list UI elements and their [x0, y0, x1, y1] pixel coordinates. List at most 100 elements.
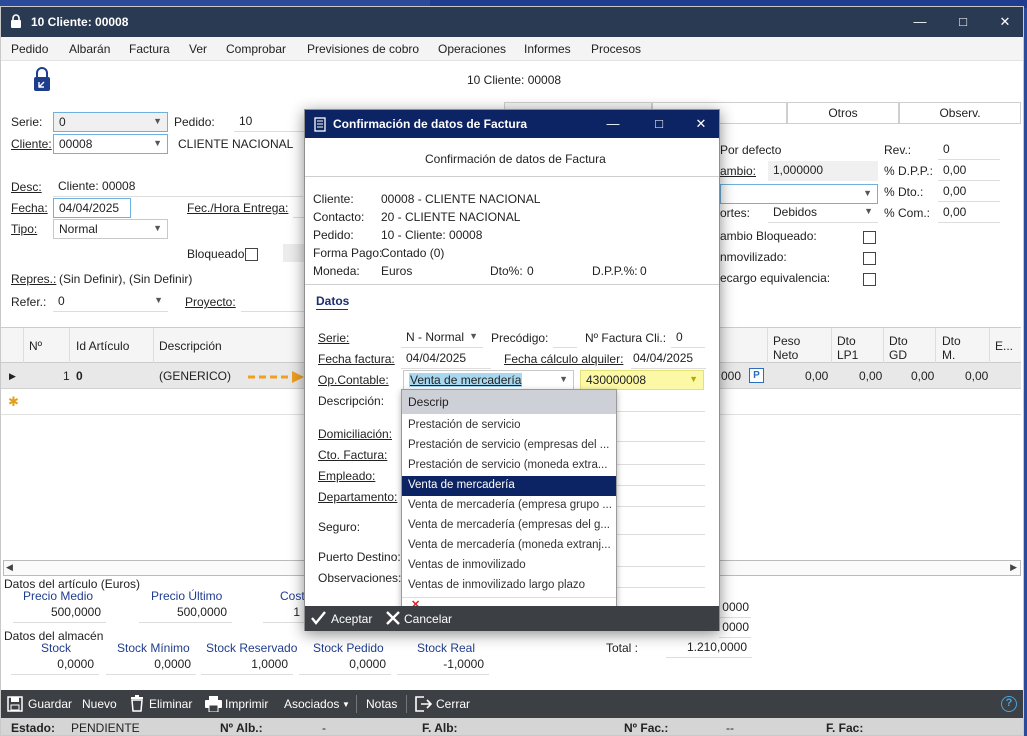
com-field[interactable]: 0,00 [938, 203, 1000, 223]
cambio-field[interactable]: 1,000000 [768, 161, 878, 181]
col-dto-m[interactable]: Dto M. [942, 334, 972, 362]
observaciones-label: Observaciones: [318, 571, 402, 585]
aceptar-button[interactable]: Aceptar [331, 612, 372, 626]
cancelar-button[interactable]: Cancelar [404, 612, 452, 626]
desc-field[interactable]: Cliente: 00008 [53, 177, 303, 197]
menu-ver[interactable]: Ver [189, 42, 207, 56]
nuevo-button[interactable]: Nuevo [82, 697, 117, 711]
desc-label[interactable]: Desc: [11, 180, 42, 194]
dropdown-header: Descrip [402, 390, 616, 414]
tab-observ[interactable]: Observ. [899, 102, 1021, 124]
row-p-badge[interactable]: P [749, 368, 764, 383]
fecha-alquiler-label[interactable]: Fecha cálculo alquiler: [504, 352, 623, 366]
menu-previsiones[interactable]: Previsiones de cobro [307, 42, 419, 56]
menu-procesos[interactable]: Procesos [591, 42, 641, 56]
nfactura-field[interactable]: 0 [671, 328, 705, 348]
dialog-close-button[interactable]: ✕ [691, 114, 711, 134]
dropdown-item[interactable]: Prestación de servicio (empresas del ... [402, 436, 616, 456]
menu-pedido[interactable]: Pedido [11, 42, 48, 56]
tipo-label[interactable]: Tipo: [11, 222, 37, 236]
close-button[interactable]: ✕ [994, 11, 1016, 33]
cuenta-select[interactable]: 430000008 ▼ [580, 370, 704, 390]
cliente-label[interactable]: Cliente: [11, 137, 52, 151]
inmovilizado-checkbox[interactable] [863, 252, 876, 265]
menu-comprobar[interactable]: Comprobar [226, 42, 286, 56]
opcontable-label[interactable]: Op.Contable: [318, 373, 389, 387]
pedido-field[interactable]: 10 [234, 112, 304, 132]
seguro-field[interactable] [617, 515, 705, 535]
dropdown-item[interactable]: Prestación de servicio (moneda extra... [402, 456, 616, 476]
eliminar-button[interactable]: Eliminar [149, 697, 192, 711]
imprimir-button[interactable]: Imprimir [225, 697, 268, 711]
fecha-field[interactable]: 04/04/2025 [53, 198, 131, 218]
cambio-bloqueado-checkbox[interactable] [863, 231, 876, 244]
dialog-minimize-button[interactable]: — [603, 114, 623, 134]
dto-field[interactable]: 0,00 [938, 182, 1000, 202]
notas-button[interactable]: Notas [366, 697, 397, 711]
dialog-maximize-button[interactable]: □ [649, 114, 669, 134]
cerrar-button[interactable]: Cerrar [436, 697, 470, 711]
menu-albaran[interactable]: Albarán [69, 42, 110, 56]
asociados-button[interactable]: Asociados [284, 697, 339, 711]
dropdown-item[interactable]: Venta de mercadería (empresas del g... [402, 516, 616, 536]
cto-factura-field[interactable] [617, 445, 705, 465]
menu-operaciones[interactable]: Operaciones [438, 42, 506, 56]
col-peso-neto[interactable]: Peso Neto [773, 334, 813, 362]
dpp-field[interactable]: 0,00 [938, 161, 1000, 181]
domiciliacion-label[interactable]: Domiciliación: [318, 427, 392, 441]
opcontable-select[interactable]: Venta de mercadería ▼ [403, 370, 574, 390]
puerto-destino-field[interactable] [617, 547, 705, 567]
fecha-factura-label[interactable]: Fecha factura: [318, 352, 395, 366]
col-dto-lp1[interactable]: Dto LP1 [837, 334, 867, 362]
cambio-label[interactable]: ambio: [720, 164, 756, 178]
guardar-button[interactable]: Guardar [28, 697, 72, 711]
repres-label[interactable]: Repres.: [11, 272, 56, 286]
proyecto-label[interactable]: Proyecto: [185, 295, 236, 309]
help-icon[interactable]: ? [1001, 696, 1017, 712]
recargo-checkbox[interactable] [863, 273, 876, 286]
menu-informes[interactable]: Informes [524, 42, 571, 56]
rev-field[interactable]: 0 [938, 140, 1000, 160]
scroll-left-icon[interactable]: ◀ [6, 562, 13, 573]
bloqueado-checkbox[interactable] [245, 248, 258, 261]
col-dto-gd[interactable]: Dto GD [889, 334, 919, 362]
fecha-factura-field[interactable]: 04/04/2025 [401, 349, 491, 369]
fecha-label[interactable]: Fecha: [11, 201, 48, 215]
minimize-button[interactable]: — [909, 11, 931, 33]
col-num[interactable]: Nº [29, 339, 42, 353]
col-e[interactable]: E... [995, 339, 1013, 353]
dlg-serie-select[interactable]: N - Normal ▼ [401, 328, 483, 348]
departamento-label[interactable]: Departamento: [318, 490, 397, 504]
dropdown-item[interactable]: Venta de mercadería (empresa grupo ... [402, 496, 616, 516]
dropdown-item-selected[interactable]: Venta de mercadería [402, 476, 616, 496]
empleado-field[interactable] [617, 466, 705, 486]
descripcion-field[interactable] [617, 392, 705, 412]
portes-select[interactable]: Debidos ▼ [768, 203, 878, 223]
serie-select[interactable]: 0 ▼ [53, 112, 168, 132]
fecha-alquiler-field[interactable]: 04/04/2025 [631, 349, 706, 369]
tab-otros[interactable]: Otros [787, 102, 899, 124]
observaciones-field[interactable] [617, 568, 705, 588]
tipo-select[interactable]: Normal ▼ [53, 219, 168, 239]
domiciliacion-field[interactable] [617, 422, 705, 442]
scroll-right-icon[interactable]: ▶ [1010, 562, 1017, 573]
dlg-serie-label[interactable]: Serie: [318, 331, 349, 345]
col-descripcion[interactable]: Descripción [159, 339, 222, 353]
right-select[interactable]: ▼ [720, 184, 878, 204]
col-id-articulo[interactable]: Id Artículo [76, 339, 129, 353]
departamento-field[interactable] [617, 487, 705, 507]
fec-hora-entrega-label[interactable]: Fec./Hora Entrega: [187, 201, 288, 215]
proyecto-field[interactable] [241, 292, 305, 312]
cto-factura-label[interactable]: Cto. Factura: [318, 448, 387, 462]
precodigo-field[interactable] [553, 328, 577, 348]
dropdown-item[interactable]: Ventas de inmovilizado largo plazo [402, 576, 616, 596]
maximize-button[interactable]: □ [952, 11, 974, 33]
cliente-select[interactable]: 00008 ▼ [53, 134, 168, 154]
dropdown-item[interactable]: Prestación de servicio [402, 416, 616, 436]
dropdown-item[interactable]: Ventas de inmovilizado [402, 556, 616, 576]
document-lock-icon[interactable] [33, 67, 51, 93]
menu-factura[interactable]: Factura [129, 42, 170, 56]
dropdown-item[interactable]: Venta de mercadería (moneda extranj... [402, 536, 616, 556]
refer-select[interactable]: 0 ▼ [53, 292, 168, 312]
empleado-label[interactable]: Empleado: [318, 469, 375, 483]
